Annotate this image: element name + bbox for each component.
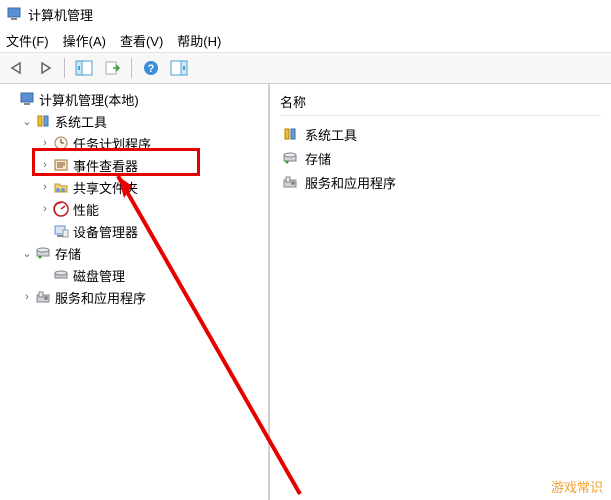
watermark: 游戏常识	[551, 477, 603, 496]
storage-icon	[280, 150, 300, 166]
tree-services-apps-label: 服务和应用程序	[55, 288, 152, 307]
show-hide-action-pane-button[interactable]	[166, 55, 192, 81]
event-viewer-icon	[52, 157, 70, 173]
disk-management-icon	[52, 267, 70, 283]
services-apps-icon	[34, 289, 52, 305]
list-item-storage[interactable]: 存储	[280, 146, 601, 170]
collapse-icon[interactable]: ⌄	[20, 247, 34, 260]
storage-icon	[34, 245, 52, 261]
shared-folders-icon	[52, 179, 70, 195]
window-title: 计算机管理	[28, 5, 93, 24]
tree-event-viewer-label: 事件查看器	[73, 156, 144, 175]
menubar: 文件(F) 操作(A) 查看(V) 帮助(H)	[0, 28, 611, 52]
svg-text:?: ?	[148, 63, 155, 75]
expand-icon[interactable]: ›	[38, 137, 52, 149]
task-scheduler-icon	[52, 135, 70, 151]
list-item-system-tools[interactable]: 系统工具	[280, 122, 601, 146]
back-button[interactable]	[4, 55, 30, 81]
expand-icon[interactable]: ›	[38, 203, 52, 215]
export-list-button[interactable]	[99, 55, 125, 81]
content-area: 计算机管理(本地) ⌄ 系统工具	[0, 84, 611, 500]
tree-performance[interactable]: › 性能	[0, 198, 268, 220]
collapse-icon[interactable]: ⌄	[20, 115, 34, 128]
show-hide-console-tree-button[interactable]	[71, 55, 97, 81]
menu-help[interactable]: 帮助(H)	[177, 31, 221, 50]
tree-system-tools[interactable]: ⌄ 系统工具	[0, 110, 268, 132]
menu-file[interactable]: 文件(F)	[6, 31, 49, 50]
tree-performance-label: 性能	[73, 200, 105, 219]
app-icon	[6, 6, 22, 22]
menu-action[interactable]: 操作(A)	[63, 31, 106, 50]
tree-shared-folders[interactable]: › 共享文件夹	[0, 176, 268, 198]
tree-disk-management[interactable]: 磁盘管理	[0, 264, 268, 286]
tree-device-manager-label: 设备管理器	[73, 222, 144, 241]
tree-disk-management-label: 磁盘管理	[73, 266, 131, 285]
tree-storage-label: 存储	[55, 244, 87, 263]
tree-shared-folders-label: 共享文件夹	[73, 178, 144, 197]
tree-root-label: 计算机管理(本地)	[39, 90, 145, 109]
column-header-name[interactable]: 名称	[280, 92, 601, 116]
expand-icon[interactable]: ›	[38, 159, 52, 171]
tree-device-manager[interactable]: 设备管理器	[0, 220, 268, 242]
system-tools-icon	[280, 126, 300, 142]
system-tools-icon	[34, 113, 52, 129]
list-item-label: 系统工具	[305, 125, 357, 144]
list-item-label: 服务和应用程序	[305, 173, 396, 192]
expand-icon[interactable]: ›	[38, 181, 52, 193]
console-tree: 计算机管理(本地) ⌄ 系统工具	[0, 84, 270, 500]
performance-icon	[52, 201, 70, 217]
toolbar-separator	[131, 58, 132, 78]
toolbar: ?	[0, 52, 611, 84]
titlebar: 计算机管理	[0, 0, 611, 28]
help-button[interactable]: ?	[138, 55, 164, 81]
tree-storage[interactable]: ⌄ 存储	[0, 242, 268, 264]
list-item-label: 存储	[305, 149, 331, 168]
device-manager-icon	[52, 223, 70, 239]
list-item-services-apps[interactable]: 服务和应用程序	[280, 170, 601, 194]
tree-event-viewer[interactable]: › 事件查看器	[0, 154, 268, 176]
tree-task-scheduler[interactable]: › 任务计划程序	[0, 132, 268, 154]
toolbar-separator	[64, 58, 65, 78]
tree-root[interactable]: 计算机管理(本地)	[0, 88, 268, 110]
tree-task-scheduler-label: 任务计划程序	[73, 134, 157, 153]
details-pane: 名称 系统工具 存储 服务和应用程序	[270, 84, 611, 500]
tree-system-tools-label: 系统工具	[55, 112, 113, 131]
computer-management-icon	[18, 91, 36, 107]
forward-button[interactable]	[32, 55, 58, 81]
services-apps-icon	[280, 174, 300, 190]
tree-services-apps[interactable]: › 服务和应用程序	[0, 286, 268, 308]
expand-icon[interactable]: ›	[20, 291, 34, 303]
menu-view[interactable]: 查看(V)	[120, 31, 163, 50]
